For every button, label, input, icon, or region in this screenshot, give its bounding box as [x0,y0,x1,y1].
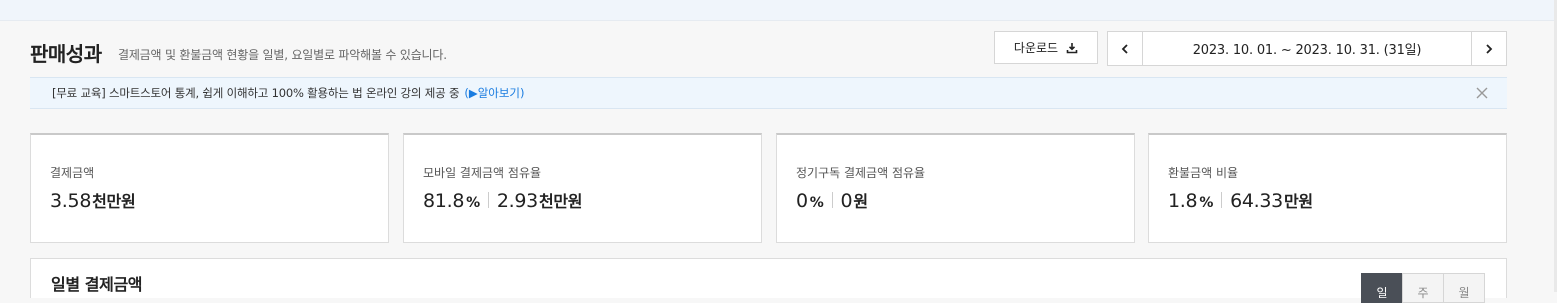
top-band [0,0,1557,21]
card-label: 모바일 결제금액 점유율 [423,166,542,180]
percent-number: 0 [796,190,808,212]
toggle-day[interactable]: 일 [1361,273,1403,303]
card-value: 0% 0원 [796,188,868,212]
amount-value: 2.93 [496,190,538,212]
percent-value: 0% [796,190,824,212]
period-toggle: 일 주 월 [1361,273,1485,303]
date-range-picker: 2023. 10. 01. ~ 2023. 10. 31. (31일) [1107,31,1507,66]
close-icon[interactable] [1475,86,1489,100]
download-button[interactable]: 다운로드 [994,31,1098,64]
chevron-right-icon [1486,43,1493,54]
percent-unit: % [466,195,480,211]
amount-unit: 만원 [1283,192,1313,211]
download-icon [1066,42,1078,53]
next-period-button[interactable] [1471,32,1506,65]
card-value: 3.58 천만원 [50,188,136,212]
amount-value: 64.33 [1230,190,1283,212]
page-subtitle: 결제금액 및 환불금액 현황을 일별, 요일별로 파악해볼 수 있습니다. [118,48,447,62]
divider [487,192,489,208]
date-range-display[interactable]: 2023. 10. 01. ~ 2023. 10. 31. (31일) [1143,32,1471,65]
amount-unit: 원 [853,192,868,211]
amount-unit: 천만원 [92,192,136,211]
card-value: 81.8% 2.93 천만원 [423,188,583,212]
amount-unit: 천만원 [538,192,583,211]
section-title: 일별 결제금액 [51,275,143,294]
amount-value: 0 [840,190,853,212]
prev-period-button[interactable] [1108,32,1143,65]
percent-unit: % [809,195,824,211]
amount-value: 3.58 [50,190,92,212]
card-label: 결제금액 [50,166,95,180]
card-refund-ratio: 환불금액 비율 1.8% 64.33 만원 [1148,133,1507,243]
divider [1221,192,1223,208]
toggle-week[interactable]: 주 [1402,273,1444,303]
notice-learn-more-link[interactable]: (▶알아보기) [464,85,524,101]
card-mobile-share: 모바일 결제금액 점유율 81.8% 2.93 천만원 [403,133,762,243]
card-label: 정기구독 결제금액 점유율 [796,166,926,180]
percent-value: 1.8% [1168,190,1213,212]
divider [831,192,833,208]
notice-banner: [무료 교육] 스마트스토어 통계, 쉽게 이해하고 100% 활용하는 법 온… [30,77,1507,109]
daily-payment-section: 일별 결제금액 일 주 월 [30,258,1507,303]
page-title: 판매성과 [30,42,102,66]
download-label: 다운로드 [1013,41,1059,55]
card-payment-amount: 결제금액 3.58 천만원 [30,133,389,243]
card-value: 1.8% 64.33 만원 [1168,188,1313,212]
card-subscription-share: 정기구독 결제금액 점유율 0% 0원 [776,133,1135,243]
percent-value: 81.8% [423,190,480,212]
card-label: 환불금액 비율 [1168,166,1239,180]
percent-number: 1.8 [1168,190,1198,212]
notice-text: [무료 교육] 스마트스토어 통계, 쉽게 이해하고 100% 활용하는 법 온… [52,86,460,100]
percent-number: 81.8 [423,190,465,212]
toggle-month[interactable]: 월 [1443,273,1485,303]
chevron-left-icon [1121,43,1128,54]
percent-unit: % [1199,195,1214,211]
